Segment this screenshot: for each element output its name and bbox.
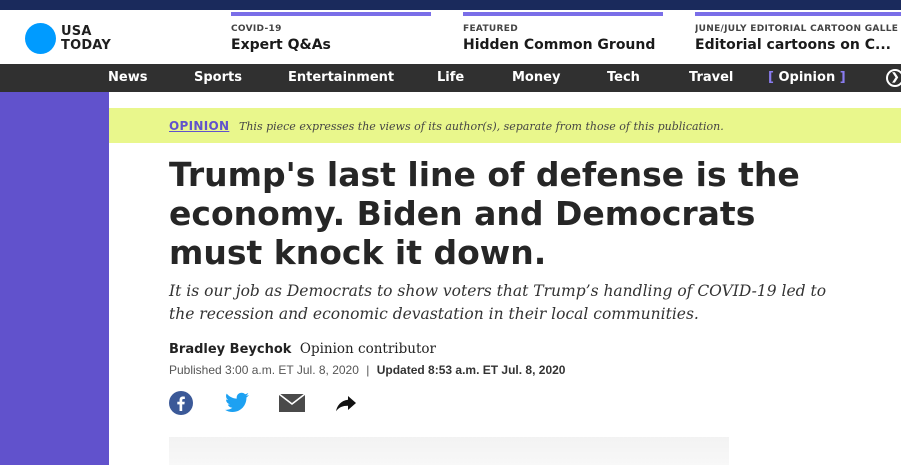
site-header: USA TODAY COVID-19 Expert Q&As FEATURED … [0,10,901,64]
logo-line-2: TODAY [61,37,111,53]
nav-news[interactable]: News [108,64,147,92]
twitter-icon[interactable] [223,390,251,416]
promo-title: Expert Q&As [231,37,331,53]
byline: Bradley Beychok Opinion contributor [169,340,436,358]
top-stripe [0,0,901,10]
article-dates: Published 3:00 a.m. ET Jul. 8, 2020 | Up… [169,363,565,377]
bracket-open: [ [768,70,774,85]
logo-dot [25,23,56,54]
opinion-banner: OPINION This piece expresses the views o… [109,108,901,143]
blurred-content [169,437,729,465]
date-separator: | [366,363,370,377]
nav-money[interactable]: Money [512,64,560,92]
nav-opinion-label: Opinion [778,70,836,85]
nav-entertainment[interactable]: Entertainment [288,64,394,92]
promo-covid[interactable]: COVID-19 Expert Q&As [231,10,431,64]
main-nav: News Sports Entertainment Life Money Tec… [0,64,901,92]
author-role: Opinion contributor [299,341,436,357]
logo-line-1: USA [61,23,92,39]
nav-opinion[interactable]: [ Opinion ] [768,64,846,92]
opinion-label-link[interactable]: OPINION [169,119,229,133]
promo-accent-bar [463,12,663,16]
left-accent-panel [0,92,109,465]
promo-cartoons[interactable]: JUNE/JULY EDITORIAL CARTOON GALLE Editor… [695,10,901,64]
promo-kicker: FEATURED [463,24,518,34]
bracket-close: ] [839,70,846,85]
promo-title: Hidden Common Ground [463,37,656,53]
nav-sports[interactable]: Sports [194,64,242,92]
opinion-disclaimer: This piece expresses the views of its au… [239,120,724,133]
facebook-icon[interactable] [168,390,196,416]
logo-wordmark: USA TODAY [61,23,111,53]
share-icon[interactable] [333,390,361,416]
search-icon[interactable]: ❯ [886,69,901,87]
promo-title: Editorial cartoons on C... [695,37,891,53]
nav-travel[interactable]: Travel [689,64,733,92]
author-name[interactable]: Bradley Beychok [169,342,291,357]
email-icon[interactable] [278,390,306,416]
usa-today-logo[interactable]: USA TODAY [25,23,111,54]
nav-tech[interactable]: Tech [607,64,640,92]
updated-date: Updated 8:53 a.m. ET Jul. 8, 2020 [376,363,566,377]
promo-kicker: COVID-19 [231,24,282,34]
article-headline: Trump's last line of defense is the econ… [169,155,800,272]
promo-kicker: JUNE/JULY EDITORIAL CARTOON GALLE [695,24,899,34]
promo-accent-bar [231,12,431,16]
article-dek: It is our job as Democrats to show voter… [169,282,827,323]
nav-life[interactable]: Life [437,64,464,92]
promo-featured[interactable]: FEATURED Hidden Common Ground [463,10,663,64]
published-date: Published 3:00 a.m. ET Jul. 8, 2020 [169,363,359,377]
promo-accent-bar [695,12,901,16]
